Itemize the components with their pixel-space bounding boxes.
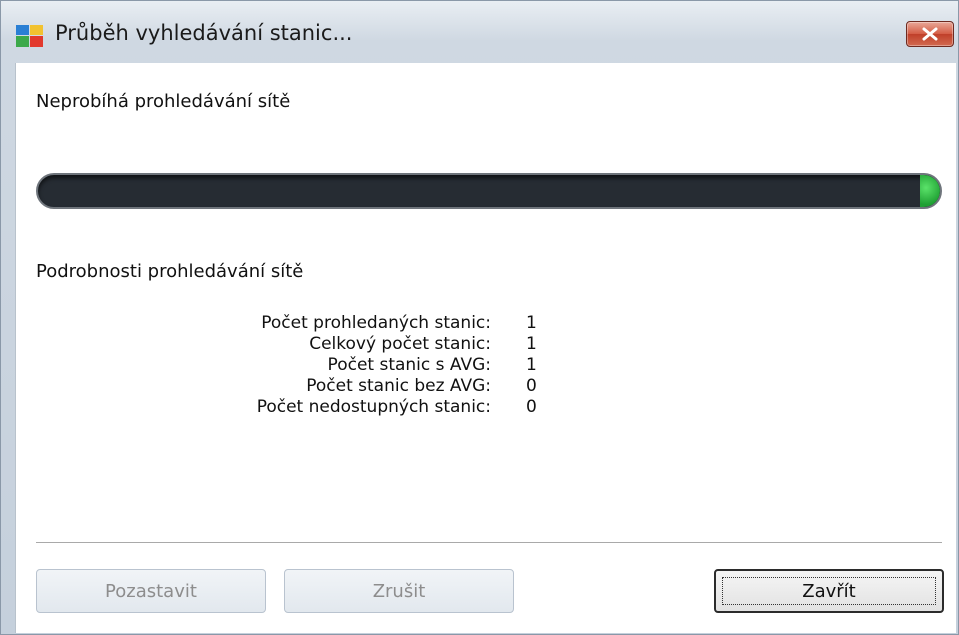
- progress-indicator: [920, 175, 940, 207]
- button-separator: [36, 542, 942, 544]
- cancel-button-label: Zrušit: [372, 580, 426, 602]
- stat-row-without-avg: Počet stanic bez AVG: 0: [16, 376, 716, 397]
- dialog-window: Průběh vyhledávání stanic... Neprobíhá p…: [0, 0, 959, 635]
- stat-value: 0: [526, 376, 537, 396]
- stat-value: 1: [526, 334, 537, 354]
- stat-value: 0: [526, 397, 537, 417]
- pause-button-label: Pozastavit: [105, 580, 197, 602]
- stat-row-unreachable: Počet nedostupných stanic: 0: [16, 397, 716, 418]
- stat-label: Počet prohledaných stanic:: [261, 313, 491, 333]
- window-title: Průběh vyhledávání stanic...: [55, 21, 353, 45]
- scan-status-text: Neprobíhá prohledávání sítě: [36, 91, 291, 112]
- close-button[interactable]: Zavřít: [714, 569, 944, 613]
- stat-label: Počet stanic bez AVG:: [306, 376, 491, 396]
- close-button-label: Zavřít: [802, 580, 856, 602]
- details-heading: Podrobnosti prohledávání sítě: [36, 261, 304, 282]
- stat-label: Počet nedostupných stanic:: [256, 397, 491, 417]
- avg-logo-icon: [16, 25, 43, 47]
- stat-row-with-avg: Počet stanic s AVG: 1: [16, 355, 716, 376]
- pause-button[interactable]: Pozastavit: [36, 569, 266, 613]
- stat-value: 1: [526, 355, 537, 375]
- scan-progress-bar: [36, 173, 942, 209]
- stat-row-scanned: Počet prohledaných stanic: 1: [16, 313, 716, 334]
- title-bar[interactable]: Průběh vyhledávání stanic...: [1, 1, 958, 61]
- stats-list: Počet prohledaných stanic: 1 Celkový poč…: [16, 313, 716, 418]
- stat-label: Celkový počet stanic:: [309, 334, 491, 354]
- close-window-button[interactable]: [906, 21, 954, 47]
- dialog-content: Neprobíhá prohledávání sítě Podrobnosti …: [15, 63, 956, 633]
- stat-label: Počet stanic s AVG:: [327, 355, 491, 375]
- cancel-button[interactable]: Zrušit: [284, 569, 514, 613]
- stat-value: 1: [526, 313, 537, 333]
- close-icon: [922, 27, 938, 41]
- stat-row-total: Celkový počet stanic: 1: [16, 334, 716, 355]
